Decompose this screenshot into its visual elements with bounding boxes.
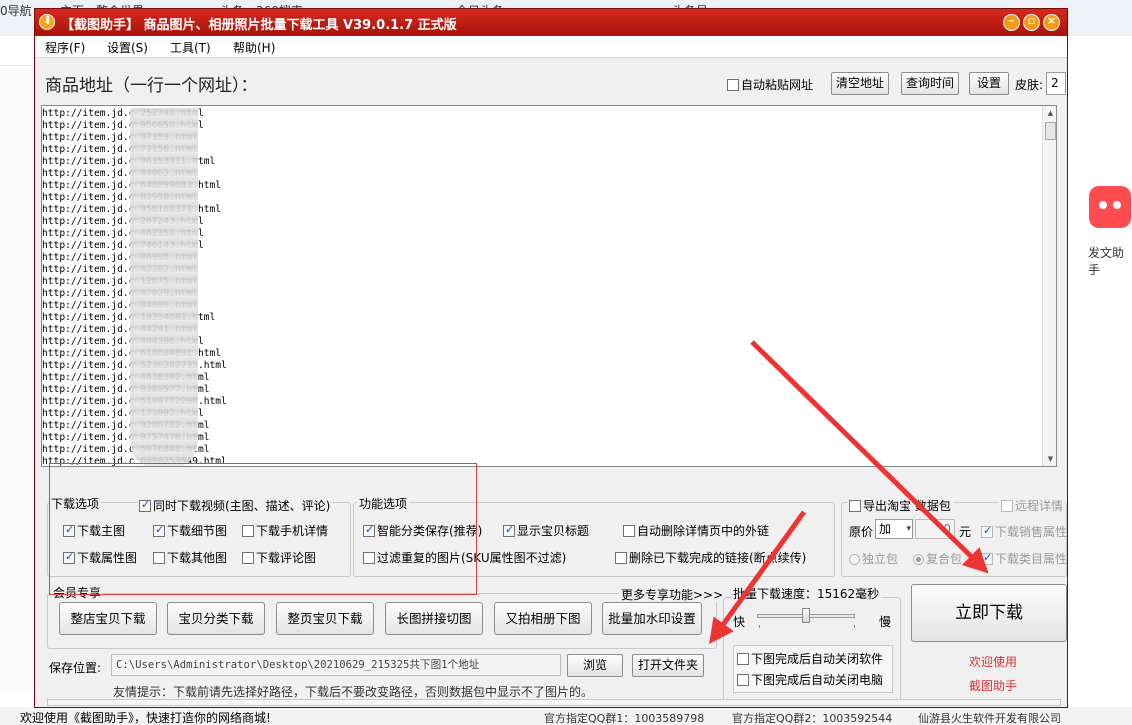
annotation-arrows [709,340,989,645]
arrow-to-open-folder [709,510,807,645]
